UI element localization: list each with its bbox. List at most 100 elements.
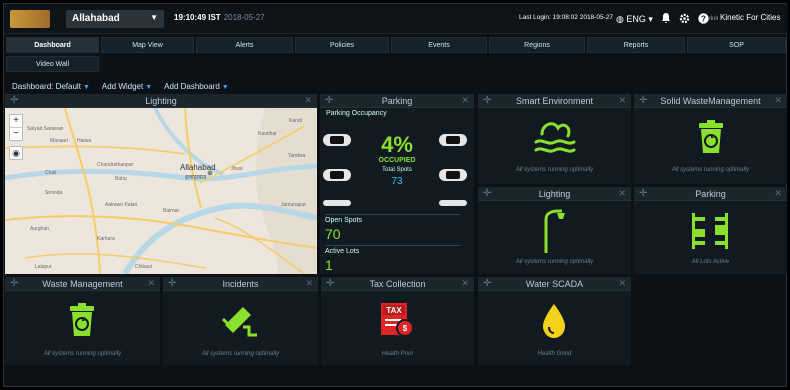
widget-status: All Lots Active [691, 259, 730, 265]
city-logo [10, 10, 50, 28]
widget-header: ✛ Lighting ✕ [5, 94, 317, 108]
map-place: Hatwa [77, 138, 91, 144]
map-place: Chitauri [135, 264, 152, 270]
widget-header: ✛ Tax Collection ✕ [321, 277, 474, 291]
chevron-down-icon: ▼ [82, 84, 90, 91]
occupancy-percent: 4% [381, 132, 413, 157]
total-spots-value: 73 [391, 176, 403, 187]
widget-status: Health Good [537, 351, 572, 357]
open-spots-value: 70 [325, 226, 341, 242]
add-widget-button[interactable]: Add Widget ▼ [102, 82, 152, 94]
help-icon[interactable]: ? [698, 12, 709, 26]
close-icon[interactable]: ✕ [461, 278, 469, 289]
map-canvas: Saiyad Sarawan Manauri Hatwa Chail Siron… [5, 108, 317, 274]
header-icons: ◍ ENG ▾ ? [616, 12, 709, 26]
top-bar: Allahabad ▼ 19:10:49 IST 2018-05-27 Last … [4, 4, 788, 34]
close-icon[interactable]: ✕ [618, 95, 626, 106]
language-label: ENG [626, 13, 646, 24]
widget-tax-collection: ✛ Tax Collection ✕ TAX $ Health Poor [321, 277, 474, 365]
widget-status: All systems running optimally [515, 259, 594, 265]
close-icon[interactable]: ✕ [774, 188, 782, 199]
map-place: Tandwa [288, 153, 305, 159]
svg-text:$: $ [403, 324, 408, 333]
clock-time: 19:10:49 IST [174, 13, 221, 22]
widget-status: All systems running optimally [43, 351, 122, 357]
widget-status: All systems running optimally [671, 167, 750, 173]
water-drop-icon [543, 304, 565, 338]
incident-camera-icon [221, 307, 257, 337]
active-lots-value: 1 [325, 257, 333, 273]
city-selector[interactable]: Allahabad ▼ [66, 10, 164, 28]
map-place: Jamunapur [281, 202, 306, 208]
zoom-in-button[interactable]: + [10, 115, 22, 128]
close-icon[interactable]: ✕ [305, 278, 313, 289]
widget-incidents: ✛ Incidents ✕ All systems running optima… [163, 277, 318, 365]
widget-parking: ✛ Parking ✕ Parking Occupancy 4% OCCUPIE… [320, 94, 474, 274]
chevron-down-icon: ▼ [145, 84, 153, 91]
map-place: Saiyad Sarawan [27, 126, 64, 132]
map-place: Aurghan [30, 226, 49, 232]
widget-status: Health Poor [381, 351, 414, 357]
recycle-bin-icon [70, 303, 94, 336]
dashboard-selector[interactable]: Dashboard: Default ▼ [12, 82, 90, 94]
dashboard-toolbar: Dashboard: Default ▼ Add Widget ▼ Add Dash… [12, 82, 229, 94]
map-place: Kaurihar [258, 131, 277, 137]
tab-policies[interactable]: Policies [295, 37, 389, 53]
map-place: Karhara [97, 236, 115, 242]
brand-name: ılıılı Kinetic For Cities [709, 13, 780, 22]
app-window: Allahabad ▼ 19:10:49 IST 2018-05-27 Last … [3, 3, 788, 387]
widget-status: All systems running optimally [515, 167, 594, 173]
widget-header: ✛ Water SCADA ✕ [478, 277, 631, 291]
divider [325, 214, 460, 215]
close-icon[interactable]: ✕ [304, 95, 312, 106]
widget-smart-environment: ✛ Smart Environment ✕ All systems runnin… [478, 94, 631, 184]
locate-icon[interactable]: ◉ [9, 146, 23, 160]
tab-reports[interactable]: Reports [587, 37, 685, 53]
widget-title: Solid WasteManagement [660, 96, 761, 106]
svg-text:?: ? [701, 14, 706, 23]
widget-lighting-map: ✛ Lighting ✕ Saiyad Sarawan Manauri Hatw… [5, 94, 317, 274]
widget-header: ✛ Parking ✕ [634, 187, 787, 201]
map-view[interactable]: Saiyad Sarawan Manauri Hatwa Chail Siron… [5, 108, 317, 274]
map-place: Bahu [115, 176, 127, 182]
close-icon[interactable]: ✕ [774, 95, 782, 106]
street-light-icon [544, 209, 565, 253]
widget-title: Tax Collection [369, 279, 426, 289]
widget-title: Parking [381, 96, 413, 106]
widget-header: ✛ Solid WasteManagement ✕ [634, 94, 787, 108]
map-city-label-hindi: इलाहाबाद [185, 175, 207, 181]
close-icon[interactable]: ✕ [618, 188, 626, 199]
widget-header: ✛ Smart Environment ✕ [478, 94, 631, 108]
close-icon[interactable]: ✕ [461, 95, 469, 106]
tab-events[interactable]: Events [391, 37, 487, 53]
close-icon[interactable]: ✕ [147, 278, 155, 289]
tab-map-view[interactable]: Map View [101, 37, 194, 53]
tax-icon: TAX $ [381, 303, 414, 337]
widget-title: Smart Environment [515, 96, 594, 106]
total-spots-label: Total Spots [382, 167, 412, 173]
zoom-out-button[interactable]: − [10, 128, 22, 140]
widget-parking-summary: ✛ Parking ✕ All Lots Active [634, 187, 787, 274]
add-dashboard-label: Add Dashboard [164, 82, 220, 91]
add-dashboard-button[interactable]: Add Dashboard ▼ [164, 82, 229, 94]
widget-title: Lighting [145, 96, 177, 106]
tab-sop[interactable]: SOP [687, 37, 786, 53]
gear-icon[interactable] [679, 13, 690, 26]
clock-date: 2018-05-27 [223, 13, 265, 22]
tab-alerts[interactable]: Alerts [196, 37, 293, 53]
map-city-label: Allahabad [180, 163, 216, 172]
widget-solid-waste-management: ✛ Solid WasteManagement ✕ All systems ru… [634, 94, 787, 184]
chevron-down-icon: ▼ [150, 13, 158, 22]
map-place: Chail [45, 170, 56, 176]
city-name: Allahabad [72, 13, 120, 24]
map-place: Manauri [50, 138, 68, 144]
language-selector[interactable]: ◍ ENG ▾ [616, 14, 653, 25]
tab-dashboard[interactable]: Dashboard [6, 37, 99, 53]
map-place: Chandrathanpur [97, 162, 133, 168]
map-place: Bairnar [163, 208, 179, 214]
tab-video-wall[interactable]: Video Wall [6, 56, 99, 72]
close-icon[interactable]: ✕ [618, 278, 626, 289]
tab-regions[interactable]: Regions [489, 37, 585, 53]
add-widget-label: Add Widget [101, 82, 144, 91]
bell-icon[interactable] [661, 12, 671, 26]
